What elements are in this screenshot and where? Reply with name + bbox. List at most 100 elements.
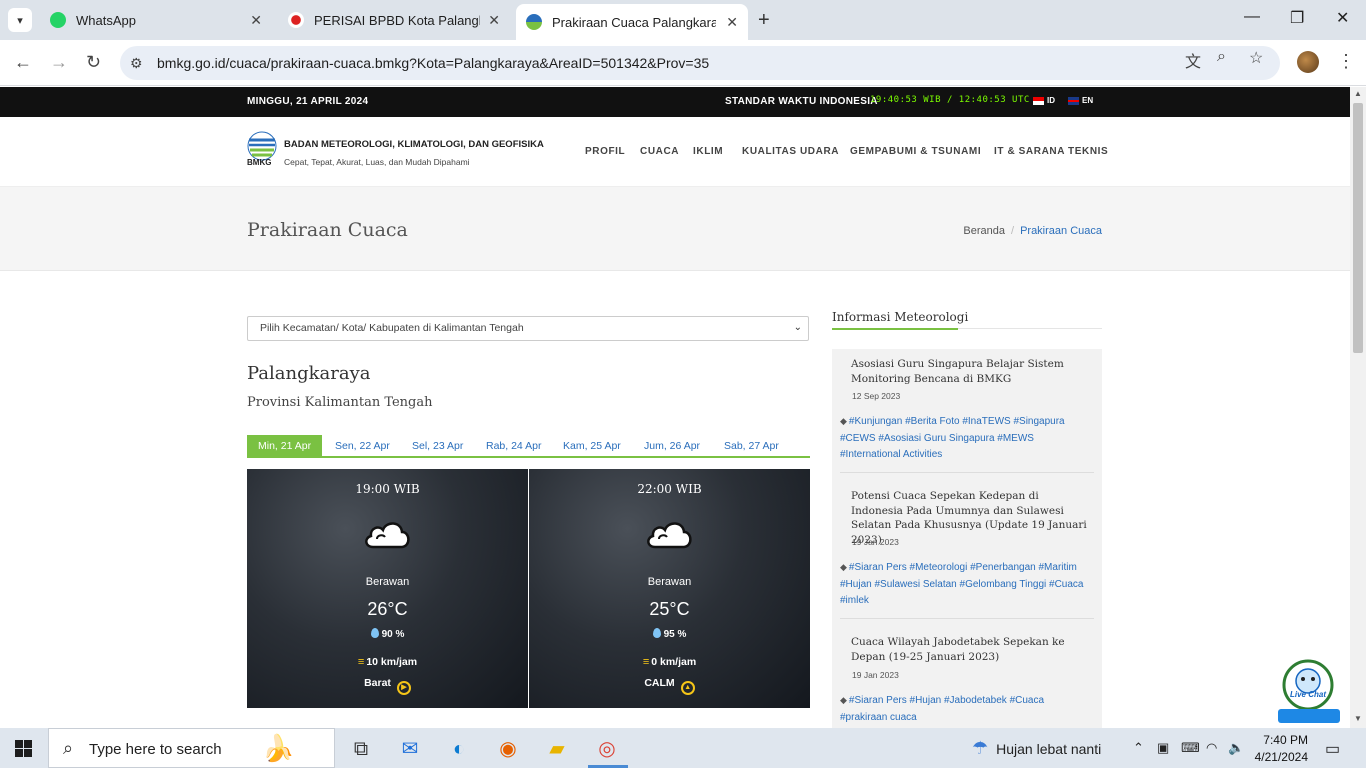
taskbar-clock[interactable]: 7:40 PM 4/21/2024: [1242, 732, 1308, 766]
tab-day-3[interactable]: Sel, 23 Apr: [412, 435, 463, 456]
scroll-up-icon[interactable]: ▲: [1354, 89, 1362, 98]
tab-day-2[interactable]: Sen, 22 Apr: [335, 435, 390, 456]
news-tags[interactable]: ◆ #Kunjungan #Berita Foto #InaTEWS #Singa…: [840, 413, 1090, 464]
weather-widget[interactable]: ☂ Hujan lebat nanti: [972, 738, 1101, 759]
forecast-wind: ≡ 10 km/jam: [357, 656, 418, 668]
compass-west-icon: ▶: [396, 681, 411, 695]
minimize-icon[interactable]: —: [1244, 8, 1260, 26]
news-date: 12 Sep 2023: [852, 391, 901, 401]
new-tab-icon[interactable]: +: [758, 9, 770, 32]
zoom-icon[interactable]: ⌕: [1217, 48, 1226, 66]
nav-gempabumi-tsunami[interactable]: GEMPABUMI & TSUNAMI: [850, 146, 981, 157]
page-viewport: MINGGU, 21 APRIL 2024 STANDAR WAKTU INDO…: [0, 87, 1350, 728]
cloudy-weather-icon: [647, 522, 692, 549]
breadcrumb-current: Prakiraan Cuaca: [1020, 225, 1102, 237]
nav-iklim[interactable]: IKLIM: [693, 146, 723, 157]
firefox-icon[interactable]: ◉: [495, 736, 521, 762]
file-explorer-icon[interactable]: ▰: [544, 736, 570, 762]
reload-icon[interactable]: ↻: [86, 52, 101, 73]
tab-day-7[interactable]: Sab, 27 Apr: [724, 435, 779, 456]
taskbar-search[interactable]: ⌕ Type here to search 🍌: [48, 728, 335, 768]
standard-time-label: STANDAR WAKTU INDONESIA: [725, 96, 878, 107]
bookmark-star-icon[interactable]: ☆: [1249, 48, 1263, 68]
region-select[interactable]: Pilih Kecamatan/ Kota/ Kabupaten di Kali…: [247, 316, 809, 341]
browser-toolbar: ← → ↻ ⚙ bmkg.go.id/cuaca/prakiraan-cuaca…: [0, 40, 1366, 86]
site-topbar: MINGGU, 21 APRIL 2024 STANDAR WAKTU INDO…: [0, 87, 1350, 117]
forecast-temperature: 26°C: [367, 599, 408, 619]
device-icon[interactable]: ▣: [1157, 740, 1169, 756]
input-method-icon[interactable]: ⌨: [1181, 740, 1200, 756]
breadcrumb-home-link[interactable]: Beranda: [963, 225, 1005, 237]
address-bar[interactable]: ⚙ bmkg.go.id/cuaca/prakiraan-cuaca.bmkg?…: [120, 46, 1280, 80]
news-date: 19 Jan 2023: [852, 670, 899, 680]
task-view-icon[interactable]: ⧉: [348, 736, 374, 762]
news-title-link[interactable]: Asosiasi Guru Singapura Belajar Sistem M…: [851, 357, 1087, 386]
search-icon: ⌕: [63, 738, 74, 758]
browser-tab-bar: ▾ WhatsApp ✕ PERISAI BPBD Kota Palangka …: [0, 0, 1366, 40]
tab-day-4[interactable]: Rab, 24 Apr: [486, 435, 541, 456]
breadcrumb: Beranda / Prakiraan Cuaca: [963, 225, 1102, 237]
site-info-icon[interactable]: ⚙: [130, 55, 143, 72]
tab-whatsapp[interactable]: WhatsApp ✕: [40, 5, 272, 35]
close-tab-icon[interactable]: ✕: [726, 14, 738, 31]
province-name: Provinsi Kalimantan Tengah: [247, 395, 433, 410]
tag-icon: ◆: [840, 562, 847, 572]
scroll-down-icon[interactable]: ▼: [1354, 714, 1362, 723]
day-tabs: Min, 21 Apr Sen, 22 Apr Sel, 23 Apr Rab,…: [247, 435, 810, 458]
show-hidden-icons-icon[interactable]: ⌃: [1133, 740, 1144, 756]
site-header: BMKG BADAN METEOROLOGI, KLIMATOLOGI, DAN…: [0, 117, 1350, 187]
news-tags[interactable]: ◆ #Siaran Pers #Meteorologi #Penerbangan …: [840, 559, 1090, 610]
sidebar-divider: [832, 328, 1102, 330]
svg-text:Live Chat: Live Chat: [1290, 690, 1326, 699]
tab-day-1[interactable]: Min, 21 Apr: [247, 435, 323, 456]
back-icon[interactable]: ←: [14, 52, 32, 73]
restore-icon[interactable]: ❐: [1290, 8, 1304, 28]
notification-icon[interactable]: ▭: [1325, 739, 1340, 759]
tab-day-5[interactable]: Kam, 25 Apr: [563, 435, 621, 456]
wind-icon: ≡: [642, 656, 650, 668]
close-window-icon[interactable]: ✕: [1336, 8, 1349, 28]
translate-icon[interactable]: 文: [1185, 48, 1201, 72]
forecast-time: 22:00 WIB: [637, 482, 702, 496]
cloudy-weather-icon: [365, 522, 410, 549]
tab-perisai[interactable]: PERISAI BPBD Kota Palangka Ra ✕: [278, 5, 510, 35]
logo-text: BMKG: [247, 158, 272, 167]
nav-it-sarana-teknis[interactable]: IT & SARANA TEKNIS: [994, 146, 1108, 157]
forecast-card: 22:00 WIB Berawan 25°C 95 % ≡ 0 km/jam CA…: [529, 469, 810, 708]
profile-avatar[interactable]: [1297, 51, 1319, 73]
live-chat-widget[interactable]: Live Chat: [1276, 659, 1340, 725]
tab-search-button[interactable]: ▾: [8, 8, 32, 32]
page-title: Prakiraan Cuaca: [247, 219, 408, 241]
bmkg-favicon-icon: [526, 14, 542, 30]
nav-kualitas-udara[interactable]: KUALITAS UDARA: [742, 146, 839, 157]
browser-menu-icon[interactable]: ⋮: [1337, 51, 1355, 72]
news-tags[interactable]: ◆ #Siaran Pers #Hujan #Jabodetabek #Cuaca…: [840, 692, 1090, 726]
chevron-down-icon: ⌄: [793, 322, 802, 333]
forward-icon[interactable]: →: [50, 52, 68, 73]
tab-day-6[interactable]: Jum, 26 Apr: [644, 435, 700, 456]
news-title-link[interactable]: Cuaca Wilayah Jabodetabek Sepekan ke Dep…: [851, 635, 1087, 664]
nav-cuaca[interactable]: CUACA: [640, 146, 679, 157]
humidity-drop-icon: [652, 628, 661, 638]
mail-icon[interactable]: ✉: [397, 736, 423, 762]
windows-start-icon[interactable]: [15, 740, 32, 757]
page-scrollbar[interactable]: ▲ ▼: [1350, 87, 1366, 728]
edge-icon[interactable]: ◐: [446, 736, 472, 762]
close-tab-icon[interactable]: ✕: [488, 12, 500, 29]
tab-prakiraan-cuaca[interactable]: Prakiraan Cuaca Palangkaraya ✕: [516, 4, 748, 40]
nav-profil[interactable]: PROFIL: [585, 146, 625, 157]
forecast-wind-direction: CALM ▲: [529, 677, 810, 695]
org-tagline: Cepat, Tepat, Akurat, Luas, dan Mudah Di…: [284, 157, 470, 167]
forecast-time: 19:00 WIB: [355, 482, 420, 496]
page-title-bar: Prakiraan Cuaca Beranda / Prakiraan Cuaca: [0, 187, 1350, 271]
network-icon[interactable]: ◠: [1206, 740, 1217, 756]
language-en-link[interactable]: EN: [1068, 96, 1093, 105]
language-id-link[interactable]: ID: [1033, 96, 1055, 105]
chrome-icon[interactable]: ◎: [594, 736, 620, 762]
close-tab-icon[interactable]: ✕: [250, 12, 262, 29]
tag-icon: ◆: [840, 416, 847, 426]
scrollbar-thumb[interactable]: [1353, 103, 1363, 353]
city-name: Palangkaraya: [247, 363, 371, 384]
uk-flag-icon: [1068, 96, 1079, 105]
forecast-humidity: 90 %: [247, 628, 528, 640]
